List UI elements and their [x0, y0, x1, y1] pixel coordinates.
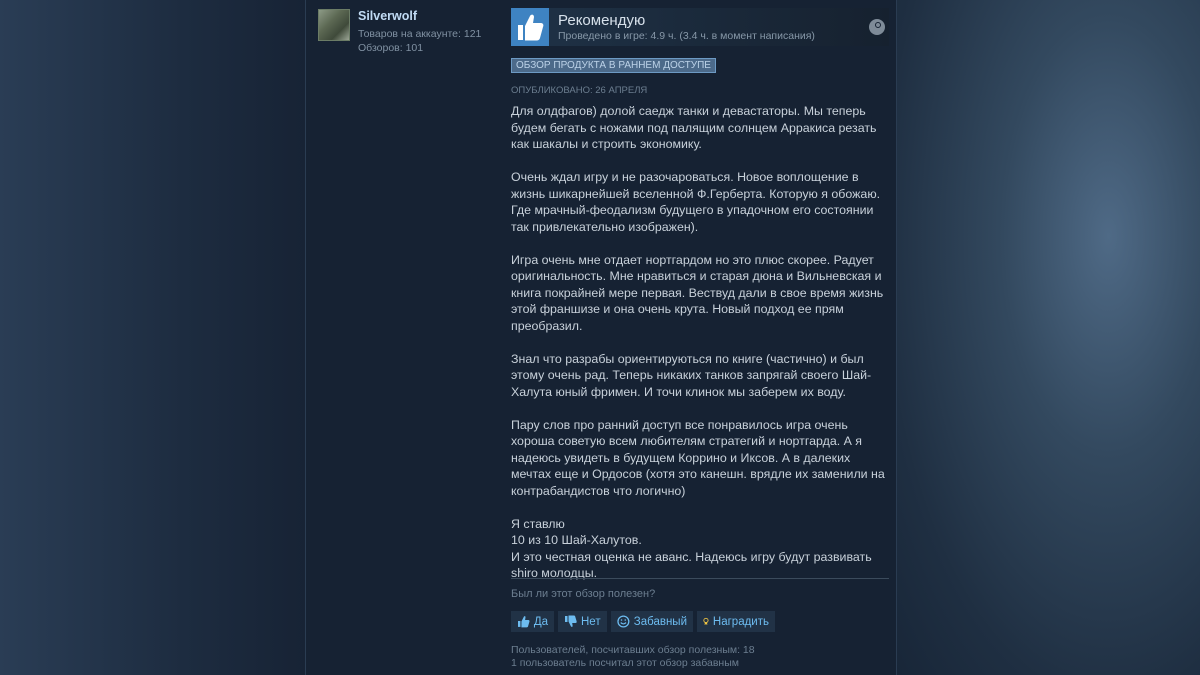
- review-closing: Я ставлю 10 из 10 Шай-Халутов. И это честн…: [511, 516, 889, 582]
- divider: [511, 578, 889, 579]
- helpful-count: Пользователей, посчитавших обзор полезны…: [511, 644, 755, 656]
- review-paragraph: Игра очень мне отдает нортгардом но это …: [511, 252, 884, 333]
- review-text: Для олдфагов) долой саедж танки и деваст…: [511, 103, 889, 582]
- review-paragraph: Пару слов про ранний доступ все понравил…: [511, 417, 885, 498]
- award-label: Наградить: [712, 615, 769, 628]
- author-reviews-count[interactable]: Обзоров: 101: [358, 42, 423, 54]
- posted-date: ОПУБЛИКОВАНО: 26 АПРЕЛЯ: [511, 85, 648, 96]
- award-button[interactable]: Наградить: [697, 611, 775, 632]
- avatar[interactable]: [318, 9, 350, 41]
- recommendation-title: Рекомендую: [558, 12, 646, 29]
- vote-funny-label: Забавный: [633, 615, 687, 628]
- smiley-icon: [617, 615, 630, 628]
- vote-no-label: Нет: [581, 615, 601, 628]
- early-access-badge: ОБЗОР ПРОДУКТА В РАННЕМ ДОСТУПЕ: [511, 58, 716, 73]
- vote-funny-button[interactable]: Забавный: [611, 611, 693, 632]
- page-background-left: [0, 0, 305, 675]
- recommendation-header[interactable]: Рекомендую Проведено в игре: 4.9 ч. (3.4…: [511, 8, 889, 46]
- author-products-count[interactable]: Товаров на аккаунте: 121: [358, 28, 481, 40]
- review-paragraph: Для олдфагов) долой саедж танки и деваст…: [511, 104, 877, 151]
- vote-no-button[interactable]: Нет: [558, 611, 607, 632]
- helpful-question: Был ли этот обзор полезен?: [511, 588, 656, 600]
- closing-line: И это честная оценка не аванс. Надеюсь и…: [511, 549, 872, 564]
- vote-yes-label: Да: [533, 615, 548, 628]
- page-background-right: [895, 0, 1200, 675]
- vote-yes-button[interactable]: Да: [511, 611, 554, 632]
- closing-line: Я ставлю: [511, 516, 565, 531]
- thumbs-up-icon: [517, 616, 530, 628]
- award-icon: [703, 617, 709, 625]
- thumbs-down-icon: [565, 615, 577, 627]
- review-paragraph: Очень ждал игру и не разочароваться. Нов…: [511, 170, 881, 234]
- review-card: Silverwolf Товаров на аккаунте: 121 Обзо…: [305, 0, 897, 675]
- author-name[interactable]: Silverwolf: [358, 9, 417, 23]
- steam-logo-icon: [869, 19, 885, 35]
- playtime-hours: Проведено в игре: 4.9 ч. (3.4 ч. в момен…: [558, 30, 815, 42]
- thumbs-up-icon: [511, 8, 549, 46]
- review-paragraph: Знал что разрабы ориентируються по книге…: [511, 351, 872, 399]
- funny-count: 1 пользователь посчитал этот обзор забав…: [511, 657, 739, 669]
- closing-line: 10 из 10 Шай-Халутов.: [511, 533, 642, 547]
